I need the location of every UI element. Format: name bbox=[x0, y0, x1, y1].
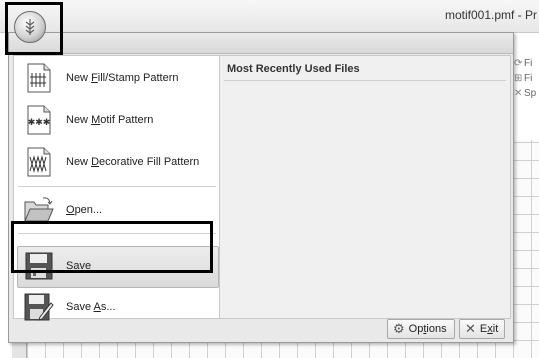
gear-icon: ⚙ bbox=[393, 321, 405, 336]
new-motif-pattern-label: New Motif Pattern bbox=[66, 114, 154, 126]
menu-header-strip bbox=[9, 33, 513, 54]
exit-button[interactable]: ✕ Exit bbox=[459, 319, 505, 339]
ribbon-item-2[interactable]: ⊞ Fi bbox=[514, 73, 532, 84]
motif-pattern-icon: ✱✱✱ bbox=[22, 103, 56, 137]
save-highlight-frame bbox=[11, 221, 213, 273]
ribbon-item-3[interactable]: ✕ Sp bbox=[514, 88, 536, 99]
save-as-label: Save As... bbox=[66, 301, 116, 313]
fill-icon: ⟳ bbox=[514, 58, 523, 69]
new-fill-stamp-pattern-item[interactable]: New Fill/Stamp Pattern bbox=[14, 57, 220, 99]
new-fill-stamp-pattern-label: New Fill/Stamp Pattern bbox=[66, 72, 179, 84]
exit-label: Exit bbox=[479, 323, 499, 335]
open-label: Open... bbox=[66, 204, 103, 216]
recent-files-title: Most Recently Used Files bbox=[227, 63, 360, 75]
menu-commands-pane: New Fill/Stamp Pattern ✱✱✱ New Motif Pat… bbox=[13, 55, 221, 321]
new-motif-pattern-item[interactable]: ✱✱✱ New Motif Pattern bbox=[14, 99, 220, 141]
close-icon: ✕ bbox=[465, 321, 476, 336]
recent-files-separator bbox=[224, 80, 506, 81]
fill-stamp-pattern-icon bbox=[22, 61, 56, 95]
sparkle-icon: ✕ bbox=[514, 88, 523, 99]
window-title: motif001.pmf - Pr bbox=[444, 8, 537, 22]
ribbon-fragment: ⟳ Fi ⊞ Fi ✕ Sp bbox=[512, 58, 539, 138]
svg-text:✱✱✱: ✱✱✱ bbox=[28, 118, 51, 128]
new-decorative-fill-pattern-item[interactable]: New Decorative Fill Pattern bbox=[14, 141, 220, 183]
options-button[interactable]: ⚙ Options bbox=[387, 319, 455, 339]
ribbon-item-1[interactable]: ⟳ Fi bbox=[514, 58, 532, 69]
title-bar: motif001.pmf - Pr bbox=[0, 0, 539, 33]
new-decorative-fill-pattern-label: New Decorative Fill Pattern bbox=[66, 156, 200, 168]
options-label: Options bbox=[408, 323, 447, 335]
menu-separator bbox=[18, 186, 216, 187]
fill-icon: ⊞ bbox=[514, 73, 523, 84]
menu-footer: ⚙ Options ✕ Exit bbox=[9, 317, 513, 341]
decorative-fill-icon bbox=[22, 145, 56, 179]
application-button-highlight-frame bbox=[5, 2, 63, 55]
recent-files-pane: Most Recently Used Files bbox=[219, 55, 511, 319]
application-menu: New Fill/Stamp Pattern ✱✱✱ New Motif Pat… bbox=[8, 32, 514, 343]
